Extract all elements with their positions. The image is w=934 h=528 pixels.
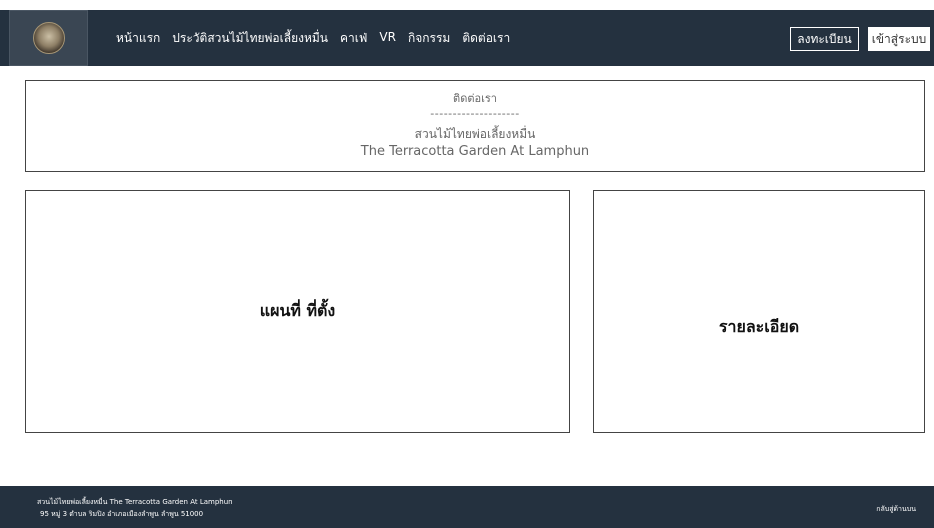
nav-cafe[interactable]: คาเฟ่ xyxy=(340,29,367,48)
nav-vr[interactable]: VR xyxy=(379,30,396,44)
logo-seal-icon xyxy=(32,22,65,54)
contact-divider: -------------------- xyxy=(430,107,520,120)
nav-contact[interactable]: ติดต่อเรา xyxy=(462,29,510,48)
contact-title: ติดต่อเรา xyxy=(453,92,497,105)
footer-address: 95 หมู่ 3 ตำบล ริมปิง อำเภอเมืองลำพูน ลำ… xyxy=(40,510,204,518)
top-navbar: หน้าแรก ประวัติสวนไม้ไทยพ่อเลี้ยงหมื่น ค… xyxy=(0,10,934,66)
back-to-top-link[interactable]: กลับสู่ด้านบน xyxy=(876,504,916,515)
map-label: แผนที่ ที่ตั้ง xyxy=(259,301,336,320)
footer-site-name: สวนไม้ไทยพ่อเลี้ยงหมื่น The Terracotta G… xyxy=(37,498,233,506)
contact-header-box: ติดต่อเรา -------------------- สวนไม้ไทย… xyxy=(25,80,925,172)
nav-history[interactable]: ประวัติสวนไม้ไทยพ่อเลี้ยงหมื่น xyxy=(172,29,328,48)
details-label: รายละเอียด xyxy=(718,317,800,336)
details-panel: รายละเอียด xyxy=(593,190,925,433)
main-nav: หน้าแรก ประวัติสวนไม้ไทยพ่อเลี้ยงหมื่น ค… xyxy=(116,29,522,48)
login-button[interactable]: เข้าสู่ระบบ xyxy=(868,27,930,51)
garden-name-english: The Terracotta Garden At Lamphun xyxy=(360,144,590,159)
register-button[interactable]: ลงทะเบียน xyxy=(790,27,859,51)
page: หน้าแรก ประวัติสวนไม้ไทยพ่อเลี้ยงหมื่น ค… xyxy=(0,0,934,528)
nav-activities[interactable]: กิจกรรม xyxy=(408,29,450,48)
footer: สวนไม้ไทยพ่อเลี้ยงหมื่น The Terracotta G… xyxy=(0,486,934,528)
map-panel: แผนที่ ที่ตั้ง xyxy=(25,190,570,433)
garden-name-thai: สวนไม้ไทยพ่อเลี้ยงหมื่น xyxy=(414,127,536,141)
nav-home[interactable]: หน้าแรก xyxy=(116,29,160,48)
site-logo[interactable] xyxy=(9,10,88,66)
